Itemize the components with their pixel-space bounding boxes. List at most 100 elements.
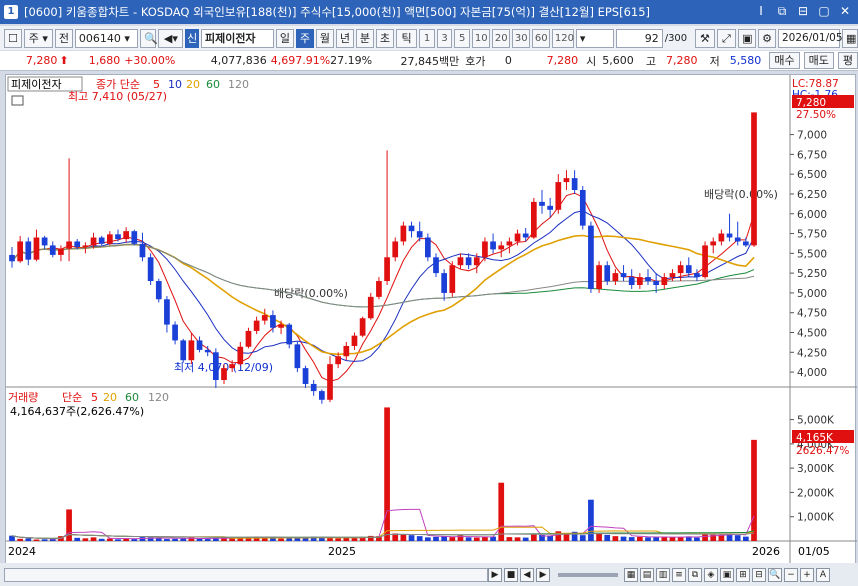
candle-body — [172, 324, 178, 341]
candle-body — [147, 257, 154, 282]
first-icon[interactable]: ◀ — [520, 567, 534, 582]
volume-bar — [636, 536, 643, 541]
volume-bar — [164, 539, 170, 541]
volume-bar — [82, 538, 89, 541]
sell-button[interactable]: 매도 — [803, 52, 834, 69]
play-icon[interactable]: ▶ — [488, 567, 502, 582]
last-price-tag: 7,280 — [796, 97, 826, 109]
minute-option-3[interactable]: 3 — [436, 28, 453, 48]
price-y-ticks: 7,000 6,750 6,500 6,250 6,000 5,750 5,500 5,250… — [790, 130, 827, 379]
save-icon[interactable]: ▣ — [738, 28, 757, 48]
stock-code-input[interactable]: 006140 ▾ — [74, 28, 139, 48]
new-badge: 신 — [185, 28, 199, 48]
layout-icon-8[interactable]: ⊞ — [736, 567, 750, 582]
zoom-out-icon[interactable]: − — [784, 567, 798, 582]
price-summary-bar: 7,280 ⬆ 1,680 +30.00% 4,077,836 4,697.91… — [0, 51, 858, 71]
period-minute[interactable]: 분 — [355, 28, 374, 48]
gear-icon[interactable]: ⚙ — [758, 28, 776, 48]
open-price: 5,600 — [602, 54, 634, 67]
window-titlebar: 1 [0600] 키움종합차트 - KOSDAQ 외국인보유[188(천)] 주… — [0, 0, 858, 24]
layout-icon-4[interactable]: ≡ — [672, 567, 686, 582]
volume-bar — [441, 536, 448, 541]
volume-bar — [514, 537, 521, 541]
period-year[interactable]: 년 — [335, 28, 354, 48]
maximize-icon[interactable]: ▢ — [815, 3, 833, 20]
period-tick[interactable]: 틱 — [395, 28, 418, 48]
candle-body — [539, 201, 545, 206]
price-tick-label: 6,500 — [797, 169, 827, 181]
volume-bar — [482, 536, 488, 541]
volume-bar — [131, 539, 138, 541]
search-icon[interactable]: 🔍 — [140, 28, 158, 48]
candle-body — [751, 112, 757, 246]
price-tick-label: 5,750 — [797, 229, 827, 241]
minimize-icon[interactable]: ⊟ — [794, 3, 812, 20]
volume-bars — [9, 407, 757, 541]
layout-icon-9[interactable]: ⊟ — [752, 567, 766, 582]
close-icon[interactable]: ✕ — [836, 3, 854, 20]
stop-icon[interactable]: ■ — [504, 567, 518, 582]
minute-option-5[interactable]: 5 — [454, 28, 470, 48]
current-price: 7,280 — [25, 54, 58, 67]
price-tick-label: 4,250 — [797, 347, 827, 359]
compare-icon[interactable]: ⤢ — [716, 28, 737, 48]
sound-icon[interactable]: ◀▾ — [158, 28, 184, 48]
price-change-pct: +30.00% — [124, 54, 176, 67]
hoga-price: 7,280 — [546, 54, 579, 67]
volume-bar — [498, 482, 505, 541]
volume-bar — [694, 537, 700, 541]
zoom-slider[interactable] — [558, 572, 618, 577]
horizontal-scrollbar[interactable] — [4, 567, 488, 582]
market-select[interactable]: 주 ▾ — [23, 28, 53, 48]
candle-body — [514, 233, 521, 242]
layout-icon-3[interactable]: ▥ — [656, 567, 670, 582]
minute-option-10[interactable]: 10 — [471, 28, 490, 48]
minute-option-1[interactable]: 1 — [419, 28, 435, 48]
candle-body — [571, 178, 578, 190]
zoom-in-icon[interactable]: + — [800, 567, 814, 582]
candle-body — [41, 237, 48, 246]
dividend-note-1: 배당락(0.00%) — [274, 287, 348, 300]
tools-icon[interactable]: ⚒ — [695, 28, 715, 48]
candle-body — [465, 257, 472, 266]
price-tick-label: 7,000 — [797, 130, 827, 142]
layout-icon-1[interactable]: ▦ — [624, 567, 638, 582]
prev-button[interactable]: 전 — [54, 28, 73, 48]
layout-icon-5[interactable]: ⧉ — [688, 567, 702, 582]
volume-tag: 4,165K — [796, 432, 834, 444]
buy-button[interactable]: 매수 — [769, 52, 800, 69]
price-tick-label: 5,250 — [797, 268, 827, 280]
minute-option-120[interactable]: 120 — [551, 28, 574, 48]
settings-icon[interactable]: ☐ — [4, 28, 22, 48]
period-month[interactable]: 월 — [315, 28, 334, 48]
font-size-icon[interactable]: A — [816, 567, 830, 582]
eval-button[interactable]: 평 — [837, 52, 858, 69]
x-label-last-date: 01/05 — [798, 545, 830, 558]
zoom-search-icon[interactable]: 🔍 — [768, 567, 782, 582]
date-input[interactable]: 2026/01/05 — [777, 28, 843, 48]
chart-area[interactable]: 피제이전자 종가 단순 5 10 20 60 120 최고 7,410 (05/… — [5, 74, 857, 565]
period-day[interactable]: 일 — [275, 28, 294, 48]
count-input[interactable]: 92 — [616, 28, 663, 48]
custom-period-input[interactable]: ▾ — [575, 28, 615, 48]
minute-option-20[interactable]: 20 — [491, 28, 510, 48]
layout-icon-6[interactable]: ◈ — [704, 567, 718, 582]
period-week[interactable]: 주 — [295, 28, 314, 48]
calendar-icon[interactable]: ▦ — [841, 28, 858, 48]
restore-icon[interactable]: ⧉ — [773, 3, 791, 20]
volume-bar — [465, 537, 472, 541]
price-volume-chart[interactable]: 피제이전자 종가 단순 5 10 20 60 120 최고 7,410 (05/… — [6, 75, 857, 565]
candle-body — [710, 241, 717, 246]
minute-option-30[interactable]: 30 — [511, 28, 530, 48]
period-second[interactable]: 초 — [375, 28, 394, 48]
volume-bar — [90, 537, 97, 541]
info-icon[interactable]: I — [752, 3, 770, 20]
minute-option-60[interactable]: 60 — [531, 28, 550, 48]
candle-body — [441, 273, 448, 293]
layout-icon-2[interactable]: ▤ — [640, 567, 654, 582]
last-icon[interactable]: ▶ — [536, 567, 550, 582]
candle-body — [106, 234, 113, 244]
candle-body — [115, 234, 121, 240]
layout-icon-7[interactable]: ▣ — [720, 567, 734, 582]
candle-body — [376, 281, 382, 297]
